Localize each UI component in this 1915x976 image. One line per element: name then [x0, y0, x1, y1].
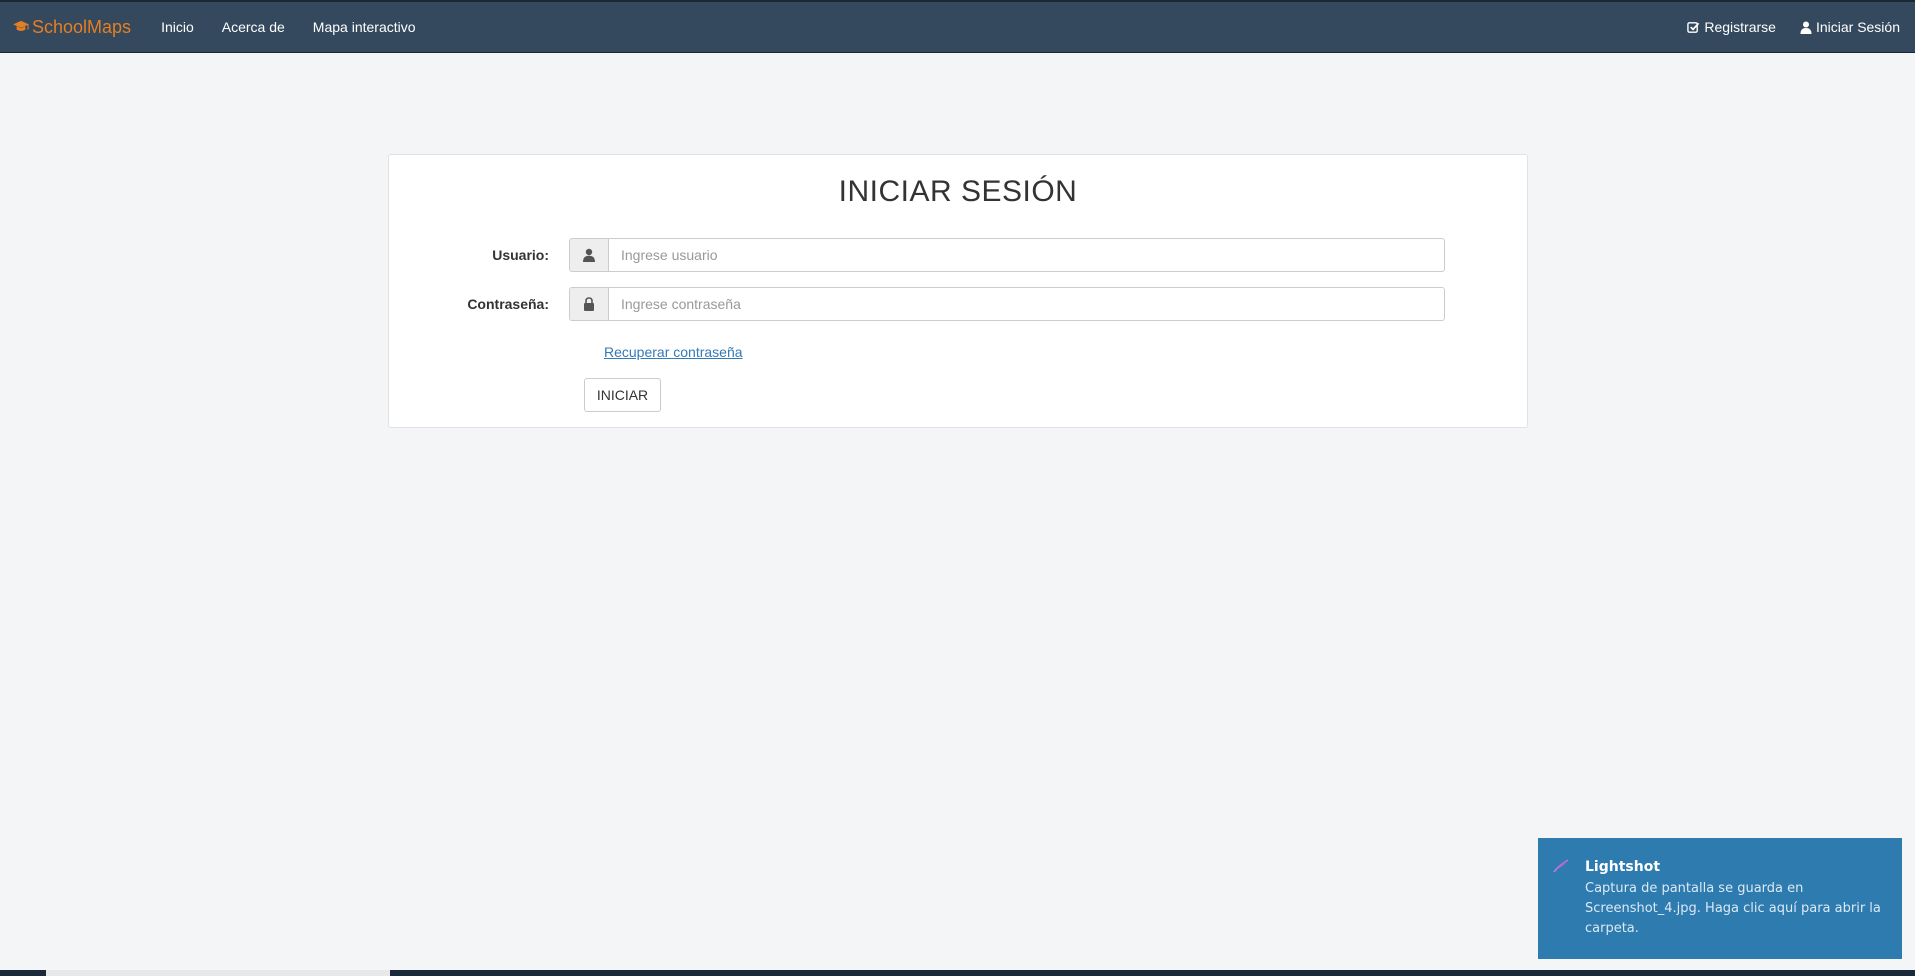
password-input-group — [569, 287, 1445, 321]
login-submit-button[interactable]: INICIAR — [584, 378, 661, 412]
username-input-group — [569, 238, 1445, 272]
registrarse-label: Registrarse — [1704, 19, 1776, 35]
nav-item-iniciar-sesion[interactable]: Iniciar Sesión — [1785, 2, 1909, 52]
password-input[interactable] — [609, 288, 1444, 320]
top-navbar: SchoolMaps Inicio Acerca de Mapa interac… — [0, 0, 1915, 53]
taskbar-active-segment — [46, 970, 390, 976]
password-label: Contraseña: — [467, 296, 549, 312]
username-addon — [570, 239, 609, 271]
notification-message: Captura de pantalla se guarda en Screens… — [1585, 881, 1881, 936]
graduation-cap-icon — [13, 20, 29, 31]
password-row: Contraseña: — [389, 287, 1527, 321]
iniciar-sesion-label: Iniciar Sesión — [1815, 19, 1900, 35]
nav-item-inicio[interactable]: Inicio — [147, 2, 208, 52]
brand-name: SchoolMaps — [32, 16, 132, 37]
nav-item-mapa-interactivo[interactable]: Mapa interactivo — [299, 2, 430, 52]
taskbar-strip — [0, 970, 1915, 976]
notification-title: Lightshot — [1585, 859, 1661, 875]
brand-logo-link[interactable]: SchoolMaps — [0, 2, 131, 52]
main-nav: Inicio Acerca de Mapa interactivo — [147, 2, 429, 52]
username-row: Usuario: — [389, 238, 1527, 272]
login-panel: INICIAR SESIÓN Usuario: Contraseña: — [388, 154, 1528, 428]
user-icon — [1800, 21, 1812, 34]
user-icon — [583, 248, 595, 262]
password-addon — [570, 288, 609, 320]
username-input[interactable] — [609, 239, 1444, 271]
check-square-icon — [1687, 21, 1700, 33]
page-title: INICIAR SESIÓN — [838, 175, 1078, 208]
feather-icon — [1553, 859, 1569, 873]
nav-item-registrarse[interactable]: Registrarse — [1672, 2, 1785, 52]
account-nav: Registrarse Iniciar Sesión — [1672, 2, 1915, 52]
username-label: Usuario: — [492, 247, 549, 263]
lightshot-notification[interactable]: Lightshot Captura de pantalla se guarda … — [1538, 838, 1902, 959]
nav-item-acerca-de[interactable]: Acerca de — [208, 2, 299, 52]
lock-icon — [584, 297, 594, 311]
recover-password-link[interactable]: Recuperar contraseña — [604, 344, 743, 360]
